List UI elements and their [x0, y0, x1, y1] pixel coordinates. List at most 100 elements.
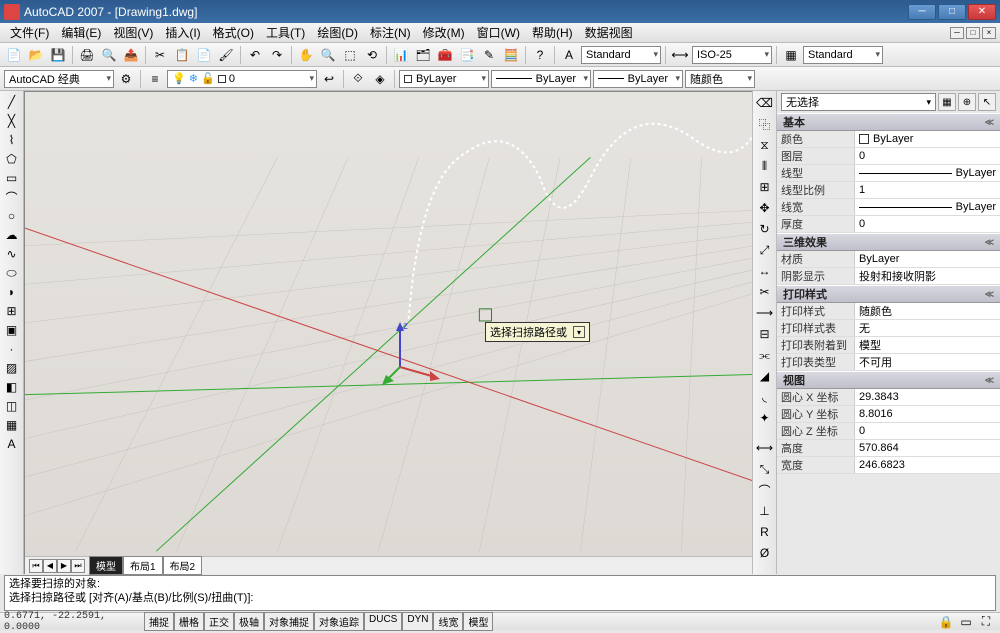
- mdi-minimize[interactable]: ─: [950, 27, 964, 39]
- print-icon[interactable]: 🖨: [77, 45, 97, 65]
- preview-icon[interactable]: 🔍: [99, 45, 119, 65]
- array-icon[interactable]: ⊞: [755, 177, 775, 197]
- erase-icon[interactable]: ⌫: [755, 93, 775, 113]
- match-icon[interactable]: 🖌: [216, 45, 236, 65]
- status-toggle-线宽[interactable]: 线宽: [433, 612, 463, 631]
- explode-icon[interactable]: ✦: [755, 408, 775, 428]
- coordinate-display[interactable]: 0.6771, -22.2591, 0.0000: [4, 611, 144, 633]
- offset-icon[interactable]: ⫴: [755, 156, 775, 176]
- insert-icon[interactable]: ⊞: [2, 302, 22, 320]
- arc-icon[interactable]: ⌒: [2, 188, 22, 206]
- publish-icon[interactable]: 📤: [121, 45, 141, 65]
- property-row[interactable]: 打印样式随颜色: [777, 303, 1000, 320]
- lineweight-select[interactable]: ByLayer: [593, 70, 683, 88]
- status-toggle-极轴[interactable]: 极轴: [234, 612, 264, 631]
- block-icon[interactable]: ▣: [2, 321, 22, 339]
- property-value[interactable]: 无: [855, 320, 1000, 336]
- tab-prev-icon[interactable]: ◀: [43, 559, 57, 573]
- markup-icon[interactable]: ✎: [479, 45, 499, 65]
- property-value[interactable]: 投射和接收阴影: [855, 268, 1000, 284]
- dim-linear-icon[interactable]: ⟷: [755, 438, 775, 458]
- property-row[interactable]: 打印表类型不可用: [777, 354, 1000, 371]
- property-row[interactable]: 打印样式表无: [777, 320, 1000, 337]
- zoom-icon[interactable]: 🔍: [318, 45, 338, 65]
- properties-icon[interactable]: 📊: [391, 45, 411, 65]
- tray-max-icon[interactable]: ⛶: [976, 612, 996, 632]
- layer-prev-icon[interactable]: ↩: [319, 69, 339, 89]
- property-value[interactable]: ByLayer: [855, 199, 1000, 215]
- stretch-icon[interactable]: ↔: [755, 261, 775, 281]
- extend-icon[interactable]: ⟶: [755, 303, 775, 323]
- property-value[interactable]: 0: [855, 216, 1000, 232]
- menu-draw[interactable]: 绘图(D): [311, 24, 364, 41]
- property-row[interactable]: 阴影显示投射和接收阴影: [777, 268, 1000, 285]
- copy-icon[interactable]: 📋: [172, 45, 192, 65]
- minimize-button[interactable]: ─: [908, 4, 936, 20]
- color-select[interactable]: ByLayer: [399, 70, 489, 88]
- menu-format[interactable]: 格式(O): [207, 24, 260, 41]
- property-value[interactable]: ByLayer: [855, 251, 1000, 267]
- polygon-icon[interactable]: ⬠: [2, 150, 22, 168]
- model-viewport[interactable]: z 选择扫掠路径或 ▾: [25, 92, 752, 556]
- mirror-icon[interactable]: ⧖: [755, 135, 775, 155]
- ws-settings-icon[interactable]: ⚙: [116, 69, 136, 89]
- tray-clean-icon[interactable]: ▭: [956, 612, 976, 632]
- status-toggle-对象捕捉[interactable]: 对象捕捉: [264, 612, 314, 631]
- menu-view[interactable]: 视图(V): [107, 24, 159, 41]
- property-row[interactable]: 图层0: [777, 148, 1000, 165]
- status-toggle-捕捉[interactable]: 捕捉: [144, 612, 174, 631]
- pickadd-icon[interactable]: ⊕: [958, 93, 976, 111]
- help-icon[interactable]: ?: [530, 45, 550, 65]
- maximize-button[interactable]: □: [938, 4, 966, 20]
- dim-ord-icon[interactable]: ⊥: [755, 501, 775, 521]
- spline-icon[interactable]: ∿: [2, 245, 22, 263]
- dim-aligned-icon[interactable]: ⤡: [755, 459, 775, 479]
- textstyle-select[interactable]: Standard: [581, 46, 661, 64]
- mdi-restore[interactable]: □: [966, 27, 980, 39]
- menu-data[interactable]: 数据视图: [579, 24, 639, 41]
- status-toggle-栅格[interactable]: 栅格: [174, 612, 204, 631]
- menu-window[interactable]: 窗口(W): [471, 24, 526, 41]
- close-button[interactable]: ✕: [968, 4, 996, 20]
- zoom-window-icon[interactable]: ⬚: [340, 45, 360, 65]
- scale-icon[interactable]: ⤢: [755, 240, 775, 260]
- toolpal-icon[interactable]: 🧰: [435, 45, 455, 65]
- point-icon[interactable]: ·: [2, 340, 22, 358]
- zoom-prev-icon[interactable]: ⟲: [362, 45, 382, 65]
- menu-insert[interactable]: 插入(I): [159, 24, 206, 41]
- property-value[interactable]: 0: [855, 148, 1000, 164]
- textstyle-icon[interactable]: A: [559, 45, 579, 65]
- property-row[interactable]: 圆心 Z 坐标0: [777, 423, 1000, 440]
- hatch-icon[interactable]: ▨: [2, 359, 22, 377]
- pan-icon[interactable]: ✋: [296, 45, 316, 65]
- ellipsearc-icon[interactable]: ◗: [2, 283, 22, 301]
- move-icon[interactable]: ✥: [755, 198, 775, 218]
- status-toggle-正交[interactable]: 正交: [204, 612, 234, 631]
- status-toggle-对象追踪[interactable]: 对象追踪: [314, 612, 364, 631]
- property-row[interactable]: 厚度0: [777, 216, 1000, 233]
- property-value[interactable]: 29.3843: [855, 389, 1000, 405]
- redo-icon[interactable]: ↷: [267, 45, 287, 65]
- property-value[interactable]: 不可用: [855, 354, 1000, 370]
- mtext-icon[interactable]: A: [2, 435, 22, 453]
- linetype-select[interactable]: ByLayer: [491, 70, 591, 88]
- join-icon[interactable]: ⫘: [755, 345, 775, 365]
- undo-icon[interactable]: ↶: [245, 45, 265, 65]
- layer-props-icon[interactable]: ≡: [145, 69, 165, 89]
- dimstyle-icon[interactable]: ⟷: [670, 45, 690, 65]
- tablestyle-select[interactable]: Standard: [803, 46, 883, 64]
- dsc-icon[interactable]: 🗂: [413, 45, 433, 65]
- revcloud-icon[interactable]: ☁: [2, 226, 22, 244]
- property-value[interactable]: 570.864: [855, 440, 1000, 456]
- tab-model[interactable]: 模型: [89, 556, 123, 575]
- property-value[interactable]: 随颜色: [855, 303, 1000, 319]
- tab-first-icon[interactable]: ⏮: [29, 559, 43, 573]
- property-row[interactable]: 颜色ByLayer: [777, 131, 1000, 148]
- property-row[interactable]: 宽度246.6823: [777, 457, 1000, 474]
- property-value[interactable]: 246.6823: [855, 457, 1000, 473]
- property-value[interactable]: 模型: [855, 337, 1000, 353]
- rotate-icon[interactable]: ↻: [755, 219, 775, 239]
- command-line[interactable]: 选择要扫掠的对象: 选择扫掠路径或 [对齐(A)/基点(B)/比例(S)/扭曲(…: [4, 575, 996, 611]
- dim-diameter-icon[interactable]: Ø: [755, 543, 775, 563]
- tab-next-icon[interactable]: ▶: [57, 559, 71, 573]
